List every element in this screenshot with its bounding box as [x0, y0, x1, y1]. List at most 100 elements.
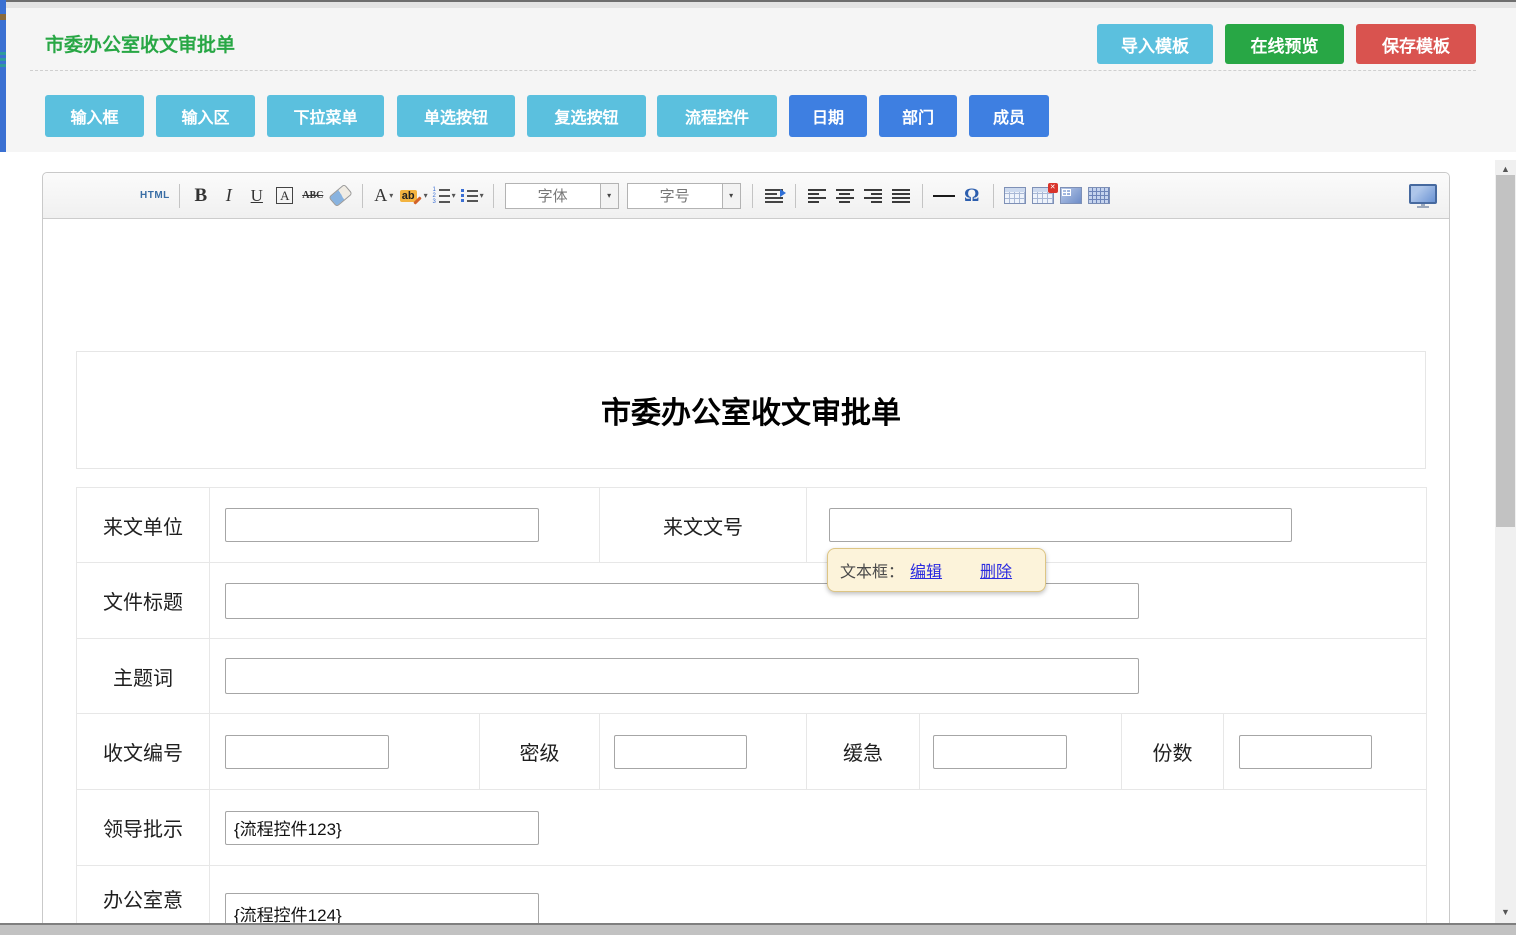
field-label: 主题词: [77, 639, 210, 714]
align-center-icon: [836, 189, 854, 203]
align-justify-icon: [892, 189, 910, 203]
table-row: 文件标题: [77, 563, 1427, 639]
field-cell: [210, 488, 600, 563]
font-family-select[interactable]: 字体 ▾: [505, 183, 619, 209]
horizontal-rule-icon: [933, 195, 955, 197]
html-source-button[interactable]: HTML: [140, 183, 170, 209]
component-button-input-box[interactable]: 输入框: [45, 95, 144, 137]
table-row: 领导批示: [77, 790, 1427, 866]
field-label: 领导批示: [77, 790, 210, 866]
underline-icon: U: [251, 186, 263, 206]
toolbar-separator: [362, 184, 363, 208]
chevron-down-icon: ▾: [389, 191, 393, 200]
field-label: 密级: [480, 714, 600, 790]
table-properties-button[interactable]: [1059, 183, 1083, 209]
field-cell: [210, 790, 1427, 866]
form-table: 来文单位 来文文号 文件标题 主题词 收文编号 密级: [76, 487, 1427, 935]
ordered-list-button[interactable]: 1 2 3 ▾: [432, 183, 456, 209]
font-style-button[interactable]: A: [273, 183, 297, 209]
laiwen-danwei-input[interactable]: [225, 508, 539, 542]
left-edge-strip: [0, 0, 6, 152]
chevron-down-icon[interactable]: ▾: [600, 184, 618, 208]
align-left-button[interactable]: [805, 183, 829, 209]
screen: 市委办公室收文审批单 导入模板 在线预览 保存模板 输入框 输入区 下拉菜单 单…: [0, 0, 1516, 935]
table-cells-button[interactable]: [1087, 183, 1111, 209]
chevron-down-icon: ▾: [424, 191, 428, 200]
table-icon: [1004, 187, 1026, 204]
fullscreen-button[interactable]: [1409, 183, 1437, 209]
align-center-button[interactable]: [833, 183, 857, 209]
editor-container: HTML B I U A ABC A▾ ab▾ 1 2 3 ▾: [42, 172, 1450, 935]
html-source-label: HTML: [140, 190, 170, 201]
component-button-input-area[interactable]: 输入区: [156, 95, 255, 137]
component-button-member[interactable]: 成员: [969, 95, 1049, 137]
zhutici-input[interactable]: [225, 658, 1139, 694]
table-properties-icon: [1060, 187, 1082, 204]
table-row: 来文单位 来文文号: [77, 488, 1427, 563]
underline-button[interactable]: U: [245, 183, 269, 209]
delete-table-button[interactable]: [1031, 183, 1055, 209]
field-cell: [1224, 714, 1427, 790]
monitor-icon: [1409, 184, 1437, 208]
component-button-radio[interactable]: 单选按钮: [397, 95, 515, 137]
bold-icon: B: [194, 185, 207, 207]
unordered-list-button[interactable]: ▾: [460, 183, 484, 209]
field-label: 缓急: [807, 714, 920, 790]
scroll-up-arrow-icon[interactable]: ▲: [1495, 162, 1516, 176]
chevron-down-icon[interactable]: ▾: [722, 184, 740, 208]
font-color-button[interactable]: A▾: [372, 183, 396, 209]
lingdao-pishi-input[interactable]: [225, 811, 539, 845]
component-button-flow-control[interactable]: 流程控件: [657, 95, 777, 137]
page-title: 市委办公室收文审批单: [45, 30, 235, 57]
component-button-department[interactable]: 部门: [879, 95, 957, 137]
bottom-window-edge: [0, 923, 1516, 935]
fenshu-input[interactable]: [1239, 735, 1372, 769]
toolbar-separator: [993, 184, 994, 208]
field-label: 收文编号: [77, 714, 210, 790]
laiwen-wenhao-input[interactable]: [829, 508, 1292, 542]
toolbar-separator: [179, 184, 180, 208]
left-strip-fragment: [0, 14, 6, 20]
component-button-date[interactable]: 日期: [789, 95, 867, 137]
horizontal-rule-button[interactable]: [932, 183, 956, 209]
align-justify-button[interactable]: [889, 183, 913, 209]
shouwen-bianhao-input[interactable]: [225, 735, 389, 769]
vertical-scrollbar[interactable]: ▲ ▼: [1495, 160, 1516, 935]
component-button-dropdown[interactable]: 下拉菜单: [267, 95, 384, 137]
header-divider: [30, 70, 1476, 71]
delete-link[interactable]: 删除: [980, 558, 1012, 582]
toolbar-separator: [922, 184, 923, 208]
miji-input[interactable]: [614, 735, 747, 769]
save-template-button[interactable]: 保存模板: [1356, 24, 1476, 64]
align-right-icon: [864, 189, 882, 203]
editor-toolbar: HTML B I U A ABC A▾ ab▾ 1 2 3 ▾: [43, 173, 1449, 219]
field-cell: [600, 714, 807, 790]
field-label: 来文文号: [600, 488, 807, 563]
eraser-icon: [329, 184, 353, 207]
component-button-checkbox[interactable]: 复选按钮: [527, 95, 646, 137]
toolbar-separator: [795, 184, 796, 208]
import-template-button[interactable]: 导入模板: [1097, 24, 1213, 64]
table-cells-icon: [1088, 187, 1110, 204]
align-right-button[interactable]: [861, 183, 885, 209]
field-label: 份数: [1122, 714, 1224, 790]
field-label: 文件标题: [77, 563, 210, 639]
scrollbar-thumb[interactable]: [1496, 175, 1515, 527]
huanji-input[interactable]: [933, 735, 1067, 769]
insert-table-button[interactable]: [1003, 183, 1027, 209]
remove-format-button[interactable]: [329, 183, 353, 209]
boxed-a-icon: A: [276, 187, 293, 204]
special-char-button[interactable]: Ω: [960, 183, 984, 209]
field-cell: [210, 639, 1427, 714]
strikethrough-button[interactable]: ABC: [301, 183, 325, 209]
editor-document[interactable]: 市委办公室收文审批单 来文单位 来文文号 文件标题 主: [43, 219, 1449, 935]
bold-button[interactable]: B: [189, 183, 213, 209]
italic-button[interactable]: I: [217, 183, 241, 209]
edit-link[interactable]: 编辑: [910, 558, 942, 582]
font-size-select[interactable]: 字号 ▾: [627, 183, 741, 209]
indent-icon: [765, 189, 783, 203]
online-preview-button[interactable]: 在线预览: [1225, 24, 1344, 64]
scroll-down-arrow-icon[interactable]: ▼: [1495, 905, 1516, 919]
indent-button[interactable]: [762, 183, 786, 209]
highlight-button[interactable]: ab▾: [400, 183, 428, 209]
